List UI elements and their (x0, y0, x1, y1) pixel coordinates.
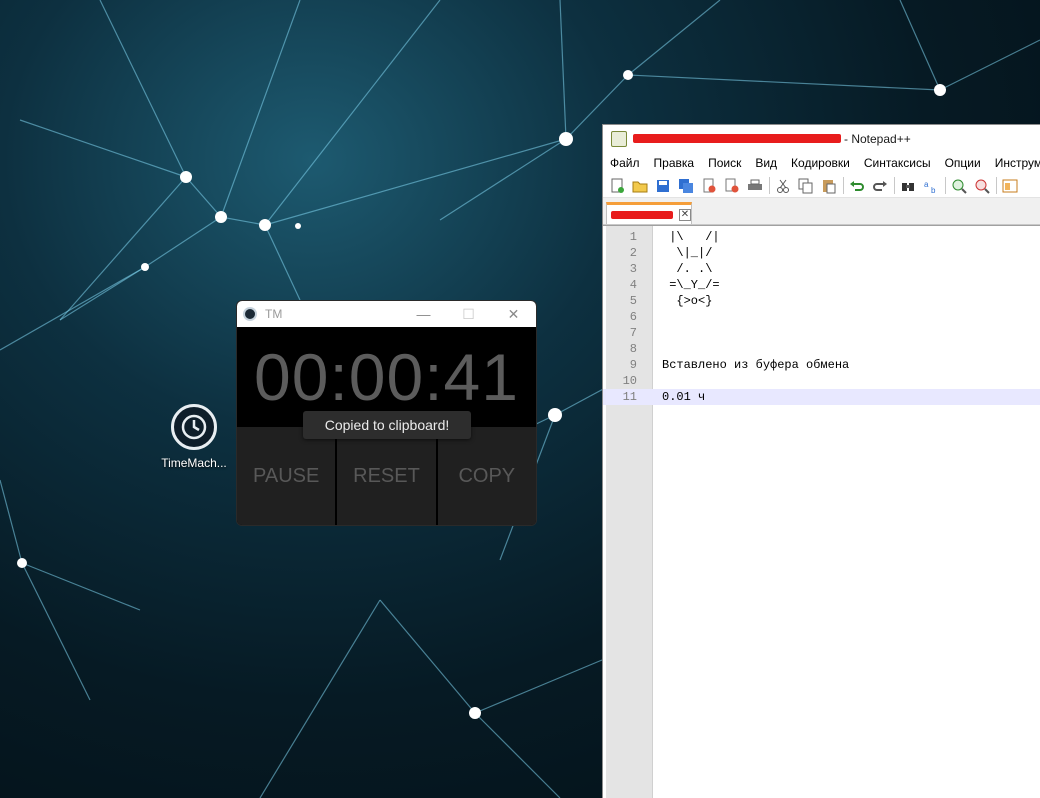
line-text: {>o<} (662, 294, 713, 308)
editor-line: 7 (603, 325, 1040, 341)
reset-button[interactable]: RESET (337, 427, 438, 525)
redo-icon[interactable] (871, 177, 889, 194)
menu-search[interactable]: Поиск (708, 156, 741, 170)
line-number: 10 (622, 374, 637, 388)
line-number: 1 (629, 230, 637, 244)
replace-icon[interactable]: ab (922, 177, 940, 194)
close-button[interactable]: ✕ (491, 301, 536, 327)
close-icon[interactable] (700, 177, 718, 194)
copy-button[interactable]: COPY (437, 427, 536, 525)
new-file-icon[interactable] (608, 177, 626, 194)
toolbar-separator (996, 177, 997, 194)
line-number: 2 (629, 246, 637, 260)
menu-edit[interactable]: Правка (654, 156, 695, 170)
line-number: 3 (629, 262, 637, 276)
menu-language[interactable]: Синтаксисы (864, 156, 931, 170)
save-all-icon[interactable] (677, 177, 695, 194)
sync-view-icon[interactable] (1001, 177, 1019, 194)
line-text: \|_|/ (662, 246, 713, 260)
tm-app-icon (243, 307, 257, 321)
editor-line-current: 11 0.01 ч (603, 389, 1040, 405)
notepad-title-bar[interactable]: - Notepad++ (603, 125, 1040, 152)
find-icon[interactable] (899, 177, 917, 194)
copied-toast: Copied to clipboard! (303, 411, 471, 439)
line-number: 5 (629, 294, 637, 308)
redacted-tab-name (611, 210, 673, 219)
line-text: /. .\ (662, 262, 713, 276)
line-number: 6 (629, 310, 637, 324)
time-machine-icon (171, 404, 217, 450)
editor-line: 9 Вставлено из буфера обмена (603, 357, 1040, 373)
editor-line: 10 (603, 373, 1040, 389)
pause-button[interactable]: PAUSE (237, 427, 338, 525)
desktop-shortcut-label: TimeMach... (161, 456, 227, 470)
menu-settings[interactable]: Опции (945, 156, 981, 170)
editor-line: 3 /. .\ (603, 261, 1040, 277)
toolbar-separator (894, 177, 895, 194)
menu-encoding[interactable]: Кодировки (791, 156, 850, 170)
line-number: 11 (622, 390, 637, 404)
svg-text:b: b (931, 186, 936, 194)
editor-line: 4 =\_Y_/= (603, 277, 1040, 293)
maximize-button[interactable]: ☐ (446, 301, 491, 327)
menu-file[interactable]: Файл (610, 156, 640, 170)
notepad-toolbar: ab (603, 174, 1040, 198)
copy-icon[interactable] (797, 177, 815, 194)
line-number: 4 (629, 278, 637, 292)
print-icon[interactable] (746, 177, 764, 194)
editor-line: 6 (603, 309, 1040, 325)
toolbar-separator (769, 177, 770, 194)
editor-line: 1 |\ /| (603, 229, 1040, 245)
tm-window-title: TM (265, 307, 283, 321)
desktop-shortcut-timemachine[interactable]: TimeMach... (158, 404, 230, 470)
minimize-button[interactable]: — (401, 301, 446, 327)
zoom-out-icon[interactable] (973, 177, 991, 194)
line-number: 9 (629, 358, 637, 372)
notepad-app-icon (611, 130, 627, 147)
line-text: Вставлено из буфера обмена (662, 358, 850, 372)
menu-view[interactable]: Вид (755, 156, 777, 170)
editor-line: 2 \|_|/ (603, 245, 1040, 261)
notepad-title-text: - Notepad++ (844, 131, 911, 146)
line-text: |\ /| (662, 230, 720, 244)
tab-close-icon[interactable]: ✕ (679, 208, 691, 221)
editor-line: 5 {>o<} (603, 293, 1040, 309)
editor-line: 8 (603, 341, 1040, 357)
line-text: =\_Y_/= (662, 278, 720, 292)
toolbar-separator (945, 177, 946, 194)
svg-text:a: a (924, 180, 929, 189)
zoom-in-icon[interactable] (950, 177, 968, 194)
toolbar-separator (843, 177, 844, 194)
menu-tools[interactable]: Инструм (995, 156, 1040, 170)
document-tab[interactable]: ✕ (606, 202, 692, 224)
editor-area[interactable]: 1 |\ /| 2 \|_|/ 3 /. .\ 4 =\_Y_/= 5 {>o<… (603, 225, 1040, 798)
undo-icon[interactable] (848, 177, 866, 194)
notepad-window: - Notepad++ Файл Правка Поиск Вид Кодиро… (602, 124, 1040, 798)
close-all-icon[interactable] (723, 177, 741, 194)
line-text: 0.01 ч (662, 390, 706, 404)
notepad-menu-bar: Файл Правка Поиск Вид Кодировки Синтакси… (603, 152, 1040, 174)
notepad-tab-bar: ✕ (603, 198, 1040, 225)
redacted-filename (633, 134, 841, 143)
cut-icon[interactable] (774, 177, 792, 194)
open-file-icon[interactable] (631, 177, 649, 194)
tm-title-bar[interactable]: TM — ☐ ✕ (237, 301, 536, 327)
line-number: 8 (629, 342, 637, 356)
paste-icon[interactable] (820, 177, 838, 194)
tm-window: TM — ☐ ✕ 00:00:41 PAUSE RESET COPY Copie… (236, 300, 537, 526)
save-icon[interactable] (654, 177, 672, 194)
tm-button-row: PAUSE RESET COPY (237, 427, 536, 525)
line-number: 7 (629, 326, 637, 340)
